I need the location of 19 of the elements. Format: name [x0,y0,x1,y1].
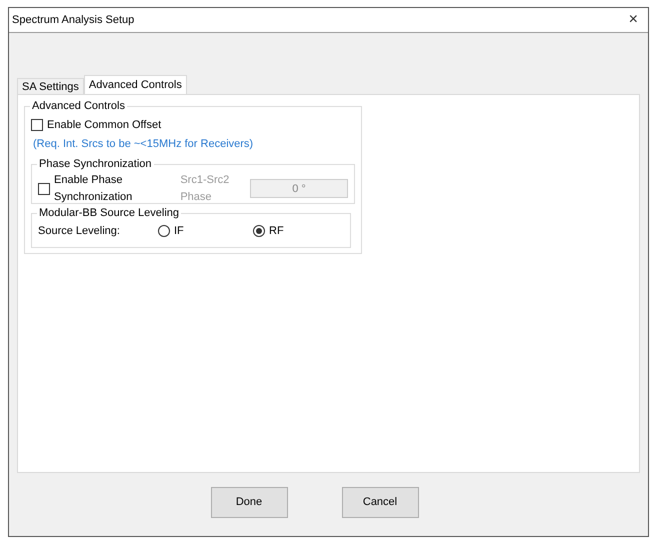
radio-label: IF [174,224,184,239]
group-title: Phase Synchronization [37,158,154,170]
close-button[interactable]: × [624,12,642,28]
radio-label: RF [269,224,284,239]
window-title: Spectrum Analysis Setup [12,12,134,28]
field-label: Src1-Src2 Phase [180,173,230,204]
dialog-button[interactable]: Done [210,487,288,518]
checkbox-label: Enable Common Offset [47,118,162,133]
radio-button[interactable] [158,225,170,238]
field-label: Source Leveling: [38,224,121,239]
note-text: (Req. Int. Srcs to be ~<15MHz for Receivers) [33,136,254,152]
tab[interactable]: SA Settings [17,78,84,94]
checkbox[interactable] [31,119,43,132]
checkbox-label: Enable Phase Synchronization [54,173,134,204]
tab[interactable]: Advanced Controls [84,75,187,94]
group-title: Modular-BB Source Leveling [37,207,182,219]
group-title: Advanced Controls [30,100,127,112]
radio-button[interactable] [253,225,265,238]
dialog-button[interactable]: Cancel [342,487,418,518]
